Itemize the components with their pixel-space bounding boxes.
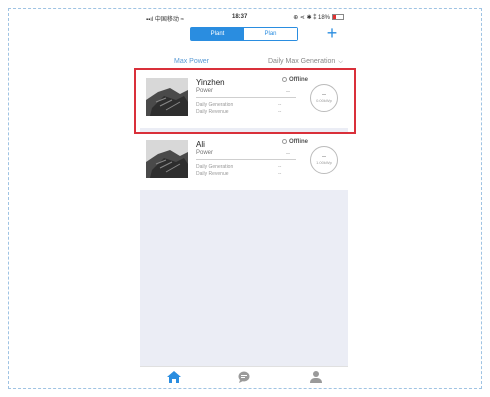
sort-max-power[interactable]: Max Power: [174, 58, 209, 65]
plant-photo: [146, 140, 188, 178]
tab-home[interactable]: [166, 370, 182, 384]
daily-generation-label: Daily Generation: [196, 164, 234, 170]
chevron-down-icon: ⌵: [338, 59, 343, 65]
battery-icon: [332, 14, 344, 21]
daily-revenue-label: Daily Revenue: [196, 171, 229, 177]
plant-name: Ali: [196, 140, 205, 149]
plus-icon: +: [326, 23, 338, 43]
plant-card[interactable]: Ali Power -- Daily Generation -- Daily R…: [140, 132, 348, 190]
tab-plant[interactable]: Plant: [191, 28, 244, 40]
daily-revenue-value: --: [278, 171, 282, 177]
add-plant-button[interactable]: +: [324, 24, 340, 42]
divider: [196, 159, 296, 160]
status-indicator-text: ⊕ ⋖ ✱ ⁑ 18%: [293, 15, 330, 21]
gauge-capacity: 1.00kWp: [316, 160, 332, 165]
status-time: 18:37: [232, 14, 248, 20]
user-icon: [310, 371, 322, 383]
status-badge: Offline: [282, 139, 308, 145]
capacity-gauge: -- 1.00kWp: [310, 146, 338, 174]
sort-daily-label: Daily Max Generation: [268, 58, 336, 65]
carrier-signal: ▪▪ıl 中国移动 ≈: [146, 17, 184, 23]
power-label: Power: [196, 150, 214, 156]
status-text: Offline: [289, 139, 308, 146]
message-icon: [238, 371, 250, 383]
bottom-tab-bar: [140, 366, 348, 386]
status-bar: ▪▪ıl 中国移动 ≈ 18:37 ⊕ ⋖ ✱ ⁑ 18%: [140, 10, 348, 24]
home-icon: [167, 371, 181, 383]
sort-daily-max-generation[interactable]: Daily Max Generation ⌵: [268, 58, 343, 66]
view-switcher: Plant Plan: [190, 27, 298, 41]
tab-messages[interactable]: [236, 370, 252, 384]
highlight-box: [134, 68, 356, 134]
phone-screen: ▪▪ıl 中国移动 ≈ 18:37 ⊕ ⋖ ✱ ⁑ 18% Plant Plan…: [140, 10, 348, 386]
plant-photo-image: [146, 140, 188, 178]
status-indicators: ⊕ ⋖ ✱ ⁑ 18%: [293, 14, 344, 21]
tab-profile[interactable]: [308, 370, 324, 384]
tab-plan[interactable]: Plan: [244, 28, 297, 40]
offline-status-icon: [282, 139, 287, 144]
power-value: --: [286, 151, 290, 157]
daily-generation-value: --: [278, 164, 282, 170]
